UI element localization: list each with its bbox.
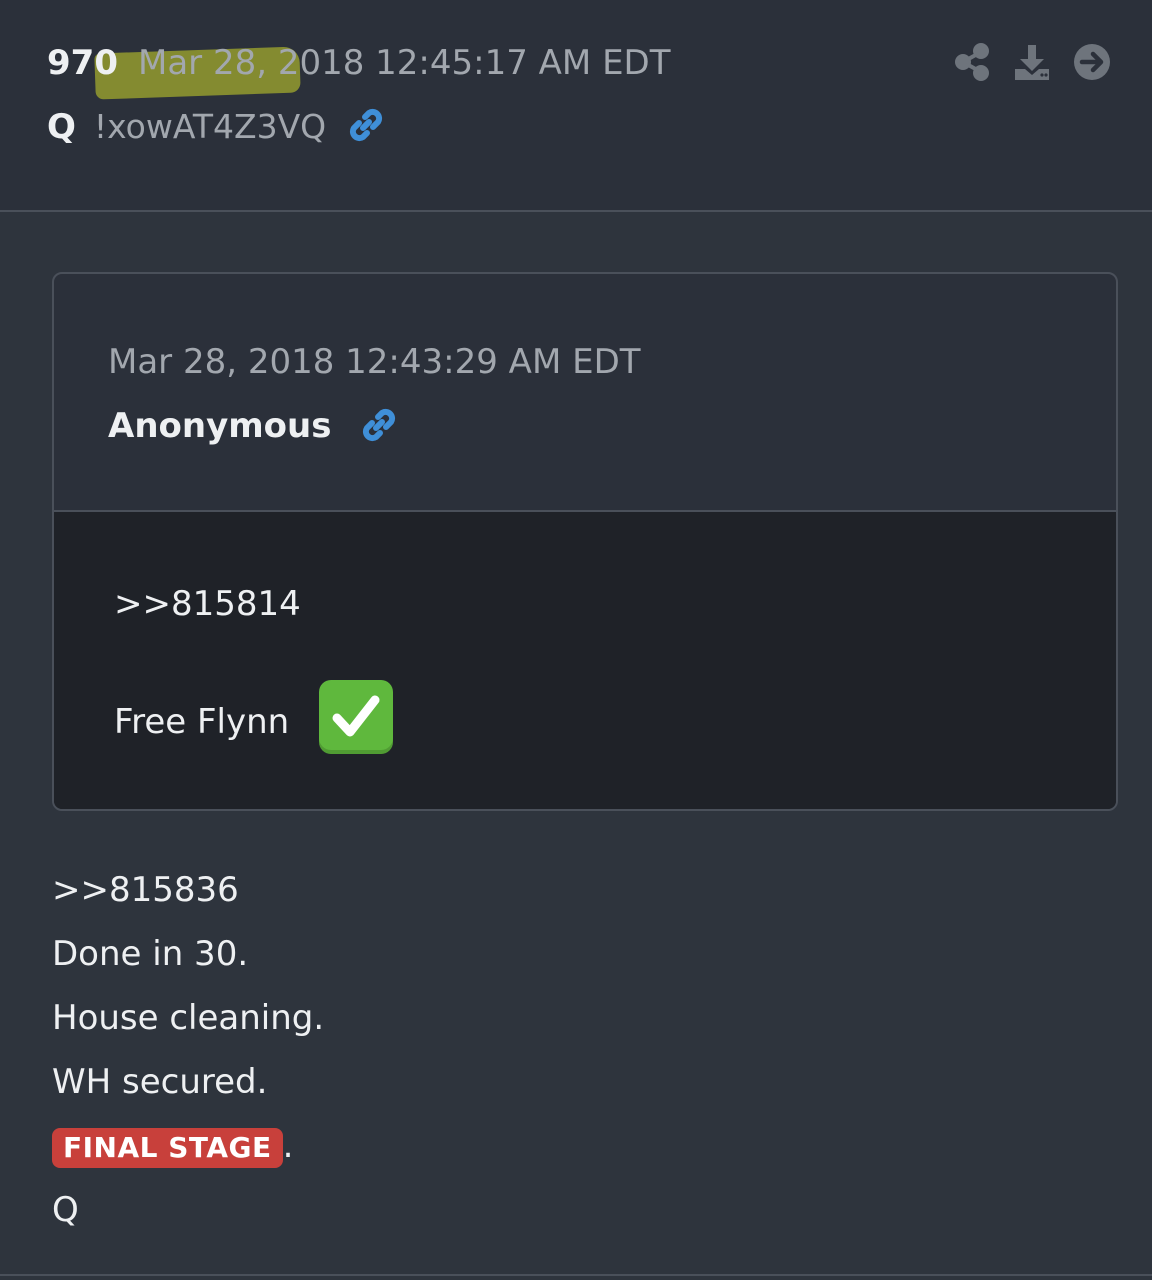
quoted-post-body: >>815814 Free Flynn — [54, 512, 1116, 809]
post-number[interactable]: 970 — [47, 43, 118, 83]
signature: Q — [52, 1190, 79, 1230]
quoted-post-author-line: Anonymous — [108, 402, 399, 450]
quoted-post: Mar 28, 2018 12:43:29 AM EDT Anonymous >… — [52, 272, 1118, 811]
quoted-post-text: Free Flynn — [114, 702, 290, 742]
link-icon[interactable] — [346, 105, 386, 145]
quoted-post-date: Mar 28, 2018 12:43:29 AM EDT — [108, 342, 641, 382]
post-actions — [952, 42, 1112, 82]
quoted-reply-reference[interactable]: >>815814 — [114, 580, 301, 628]
post-date: Mar 28, 2018 12:45:17 AM EDT — [137, 43, 671, 83]
post-body: >>815836 Done in 30. House cleaning. WH … — [52, 862, 324, 1246]
body-line: WH secured. — [52, 1062, 268, 1102]
post-author-line: Q !xowAT4Z3VQ — [47, 102, 386, 152]
check-mark-icon — [319, 679, 394, 754]
badge-line: FINAL STAGE. — [52, 1118, 324, 1182]
reply-reference[interactable]: >>815836 — [52, 862, 324, 926]
post-header: 970 Mar 28, 2018 12:45:17 AM EDT Q !xowAT4… — [0, 0, 1152, 212]
quoted-post-header: Mar 28, 2018 12:43:29 AM EDT Anonymous — [54, 274, 1116, 512]
arrow-right-circle-icon[interactable] — [1072, 42, 1112, 82]
body-line: Done in 30. — [52, 934, 249, 974]
link-icon[interactable] — [359, 405, 399, 445]
tripcode: !xowAT4Z3VQ — [93, 107, 327, 146]
share-icon[interactable] — [952, 42, 992, 82]
download-icon[interactable] — [1012, 42, 1052, 82]
quoted-post-text-line: Free Flynn — [114, 679, 394, 760]
post-author: Q — [47, 107, 76, 147]
badge-suffix: . — [282, 1126, 294, 1166]
quoted-post-author: Anonymous — [108, 406, 332, 446]
divider — [0, 1274, 1152, 1276]
post-meta: 970 Mar 28, 2018 12:45:17 AM EDT — [47, 38, 671, 88]
body-line: House cleaning. — [52, 998, 325, 1038]
final-stage-badge: FINAL STAGE — [52, 1127, 283, 1168]
